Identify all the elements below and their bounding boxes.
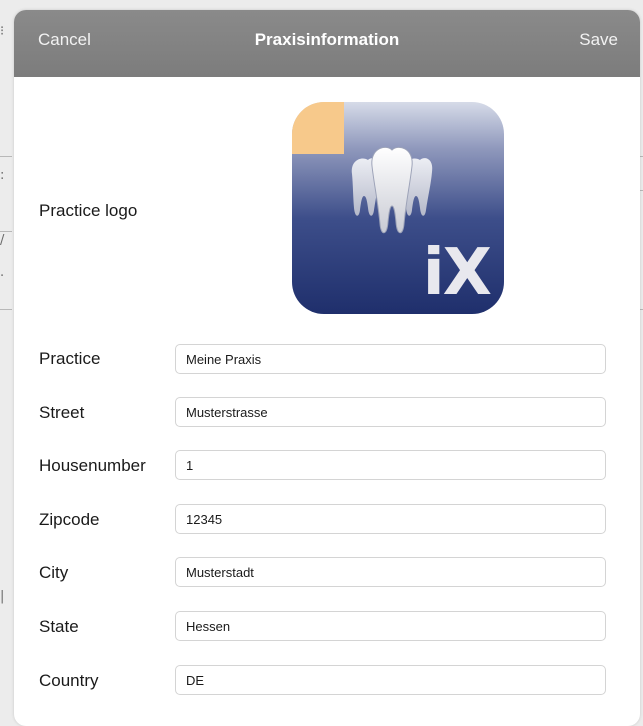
practice-input[interactable] [175,344,606,374]
practice-logo-label: Practice logo [39,201,138,220]
tooth-icon [351,146,433,234]
background-glyph: | [0,589,5,604]
background-glyph: . [0,265,5,280]
practice-label: Practice [39,349,101,368]
state-input[interactable] [175,611,606,641]
cancel-button[interactable]: Cancel [38,30,91,50]
background-divider [0,309,12,310]
country-input[interactable] [175,665,606,695]
page-title: Praxisinformation [254,30,400,49]
zipcode-input[interactable] [175,504,606,534]
street-input[interactable] [175,397,606,427]
background-divider [0,156,12,157]
practice-info-modal: Cancel Praxisinformation Save Practice l… [14,10,640,726]
housenumber-label: Housenumber [39,456,146,475]
background-divider [0,231,12,232]
zipcode-label: Zipcode [39,510,100,529]
housenumber-input[interactable] [175,450,606,480]
save-button[interactable]: Save [579,30,618,50]
background-glyph: ⁝ [0,24,5,39]
practice-logo-image[interactable]: iX [292,102,504,314]
city-input[interactable] [175,557,606,587]
city-label: City [39,563,69,582]
country-label: Country [39,671,99,690]
background-glyph: / [0,233,5,248]
state-label: State [39,617,79,636]
background-glyph: : [0,168,5,183]
logo-text: iX [422,236,492,310]
logo-corner-accent [292,102,344,154]
street-label: Street [39,403,85,422]
navigation-bar: Cancel Praxisinformation Save [14,10,640,77]
